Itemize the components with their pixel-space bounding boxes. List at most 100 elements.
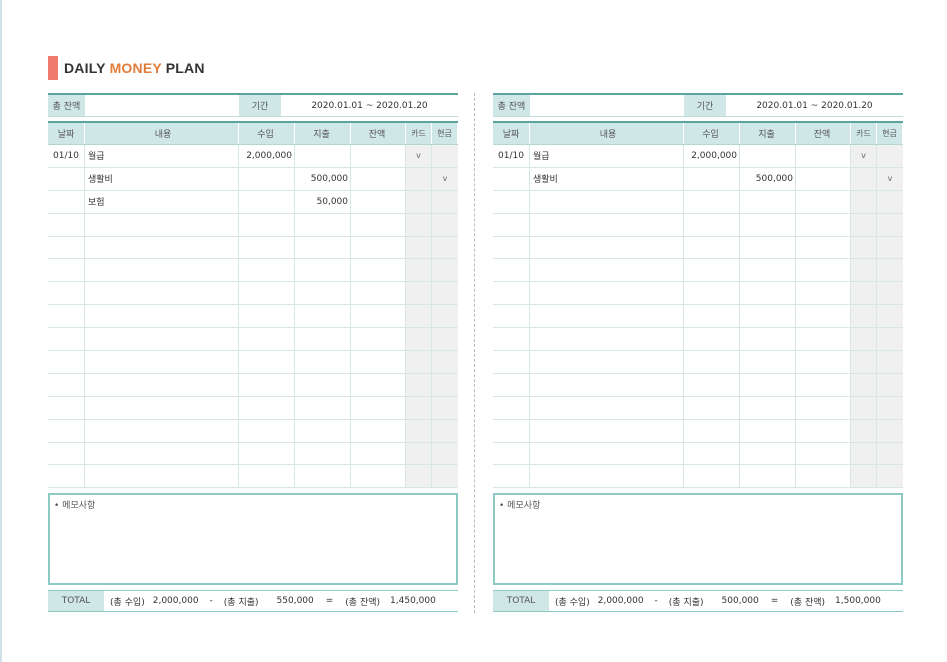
cell-card[interactable] xyxy=(851,236,877,259)
cell-date[interactable] xyxy=(493,442,530,465)
cell-description[interactable] xyxy=(85,465,239,488)
cell-income[interactable] xyxy=(239,442,295,465)
cell-balance[interactable] xyxy=(351,419,406,442)
cell-card[interactable] xyxy=(406,167,432,190)
cell-expense[interactable] xyxy=(740,373,796,396)
cell-cash[interactable] xyxy=(432,259,458,282)
cell-cash[interactable] xyxy=(432,373,458,396)
cell-expense[interactable] xyxy=(295,396,351,419)
cell-card[interactable] xyxy=(406,213,432,236)
cell-balance[interactable] xyxy=(796,190,851,213)
cell-description[interactable]: 월급 xyxy=(530,145,684,167)
cell-cash[interactable] xyxy=(877,145,903,167)
cell-description[interactable] xyxy=(530,282,684,305)
cell-date[interactable] xyxy=(493,167,530,190)
cell-cash[interactable] xyxy=(432,396,458,419)
cell-expense[interactable] xyxy=(740,236,796,259)
cell-cash[interactable] xyxy=(877,236,903,259)
cell-date[interactable]: 01/10 xyxy=(48,145,85,167)
cell-description[interactable]: 월급 xyxy=(85,145,239,167)
cell-balance[interactable] xyxy=(351,465,406,488)
cell-date[interactable] xyxy=(48,259,85,282)
cell-expense[interactable] xyxy=(740,442,796,465)
cell-expense[interactable]: 500,000 xyxy=(295,167,351,190)
cell-date[interactable] xyxy=(48,465,85,488)
cell-balance[interactable] xyxy=(351,305,406,328)
cell-cash[interactable] xyxy=(432,465,458,488)
period-value[interactable]: 2020.01.01 ~ 2020.01.20 xyxy=(726,95,903,116)
cell-cash[interactable] xyxy=(432,419,458,442)
cell-date[interactable] xyxy=(48,213,85,236)
cell-date[interactable] xyxy=(48,328,85,351)
cell-date[interactable] xyxy=(493,282,530,305)
cell-description[interactable] xyxy=(530,259,684,282)
cell-card[interactable] xyxy=(851,373,877,396)
cell-balance[interactable] xyxy=(351,328,406,351)
cell-income[interactable] xyxy=(239,213,295,236)
cell-date[interactable] xyxy=(493,305,530,328)
cell-cash[interactable] xyxy=(877,442,903,465)
cell-description[interactable] xyxy=(85,396,239,419)
cell-expense[interactable]: 500,000 xyxy=(740,167,796,190)
cell-date[interactable] xyxy=(493,396,530,419)
cell-income[interactable] xyxy=(684,419,740,442)
cell-income[interactable] xyxy=(239,328,295,351)
cell-cash[interactable] xyxy=(877,351,903,373)
cell-date[interactable] xyxy=(48,190,85,213)
cell-description[interactable] xyxy=(530,190,684,213)
cell-card[interactable] xyxy=(851,465,877,488)
cell-cash[interactable] xyxy=(877,465,903,488)
cell-income[interactable] xyxy=(684,282,740,305)
cell-card[interactable] xyxy=(851,328,877,351)
cell-expense[interactable]: 50,000 xyxy=(295,190,351,213)
cell-date[interactable] xyxy=(48,396,85,419)
cell-income[interactable] xyxy=(684,259,740,282)
cell-expense[interactable] xyxy=(295,442,351,465)
memo-box[interactable]: • 메모사항 xyxy=(48,493,458,586)
cell-income[interactable] xyxy=(684,328,740,351)
cell-card[interactable] xyxy=(406,328,432,351)
cell-expense[interactable] xyxy=(740,465,796,488)
cell-date[interactable] xyxy=(48,167,85,190)
cell-balance[interactable] xyxy=(796,282,851,305)
cell-income[interactable] xyxy=(239,373,295,396)
cell-cash[interactable] xyxy=(432,442,458,465)
cell-description[interactable]: 생활비 xyxy=(85,167,239,190)
cell-date[interactable] xyxy=(493,259,530,282)
cell-card[interactable] xyxy=(406,465,432,488)
cell-balance[interactable] xyxy=(351,396,406,419)
cell-balance[interactable] xyxy=(796,373,851,396)
cell-income[interactable] xyxy=(684,213,740,236)
cell-income[interactable] xyxy=(684,396,740,419)
cell-description[interactable] xyxy=(85,373,239,396)
cell-income[interactable] xyxy=(239,351,295,373)
cell-date[interactable] xyxy=(48,419,85,442)
cell-cash[interactable] xyxy=(432,328,458,351)
cell-cash[interactable] xyxy=(877,328,903,351)
cell-description[interactable] xyxy=(85,259,239,282)
memo-box[interactable]: • 메모사항 xyxy=(493,493,903,586)
cell-card[interactable] xyxy=(851,351,877,373)
cell-card[interactable] xyxy=(851,305,877,328)
cell-date[interactable] xyxy=(493,351,530,373)
cell-income[interactable] xyxy=(684,190,740,213)
cell-income[interactable] xyxy=(239,282,295,305)
cell-date[interactable] xyxy=(493,465,530,488)
cell-card[interactable] xyxy=(406,442,432,465)
cell-balance[interactable] xyxy=(796,465,851,488)
cell-card[interactable] xyxy=(406,373,432,396)
cell-expense[interactable] xyxy=(740,419,796,442)
cell-balance[interactable] xyxy=(796,419,851,442)
cell-expense[interactable] xyxy=(295,351,351,373)
cell-description[interactable] xyxy=(85,282,239,305)
cell-date[interactable] xyxy=(48,442,85,465)
cell-expense[interactable] xyxy=(740,328,796,351)
cell-card[interactable]: v xyxy=(406,145,432,167)
cell-expense[interactable] xyxy=(740,305,796,328)
cell-card[interactable] xyxy=(851,213,877,236)
cell-expense[interactable] xyxy=(740,396,796,419)
cell-card[interactable] xyxy=(851,419,877,442)
cell-expense[interactable] xyxy=(295,419,351,442)
cell-balance[interactable] xyxy=(796,305,851,328)
cell-card[interactable] xyxy=(406,236,432,259)
